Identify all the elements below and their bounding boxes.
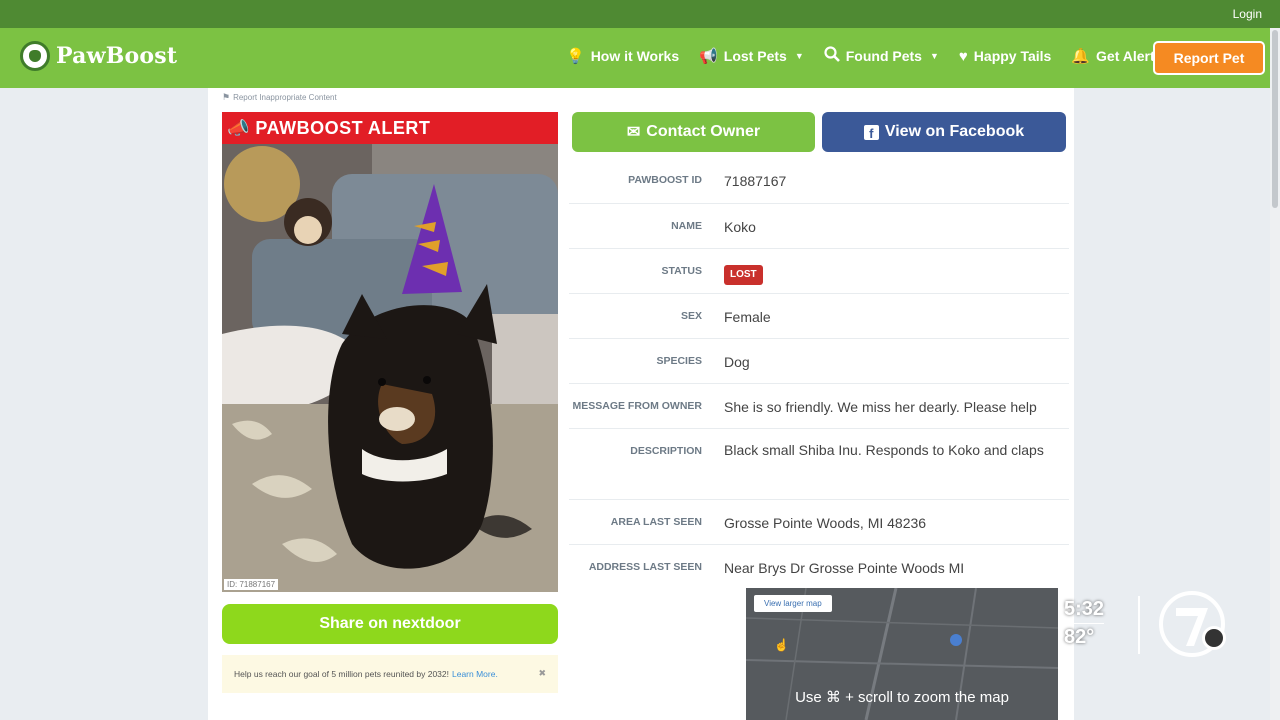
detail-label: SEX (680, 310, 702, 322)
goal-text: Help us reach our goal of 5 million pets… (234, 669, 449, 679)
caret-down-icon: ▼ (794, 51, 804, 61)
nav-label: How it Works (590, 48, 680, 64)
view-facebook-button[interactable]: f View on Facebook (822, 112, 1066, 152)
detail-label: DESCRIPTION (630, 445, 702, 457)
broadcast-time-temp: 5:32 82° (1064, 598, 1105, 648)
detail-label: MESSAGE FROM OWNER (572, 400, 702, 412)
facebook-label: View on Facebook (884, 123, 1025, 140)
broadcast-time: 5:32 (1064, 598, 1105, 620)
detail-label: NAME (671, 220, 702, 232)
dog-photo-illustration (222, 144, 558, 592)
contact-owner-label: Contact Owner (646, 123, 761, 140)
detail-label: AREA LAST SEEN (610, 516, 702, 528)
caret-down-icon: ▼ (929, 51, 939, 61)
scrollbar-thumb[interactable] (1272, 30, 1278, 208)
detail-row-sex: SEX Female (569, 294, 1069, 339)
detail-value: Grosse Pointe Woods, MI 48236 (724, 515, 927, 531)
report-pet-button[interactable]: Report Pet (1153, 41, 1265, 75)
detail-value: 71887167 (724, 173, 787, 189)
alert-title: PAWBOOST ALERT (255, 117, 431, 138)
facebook-icon: f (863, 124, 879, 140)
close-icon[interactable]: ✖ (538, 668, 546, 679)
detail-value: Black small Shiba Inu. Responds to Koko … (724, 442, 1044, 458)
lightbulb-icon: 💡 (566, 48, 585, 65)
detail-row-message: MESSAGE FROM OWNER She is so friendly. W… (569, 384, 1069, 429)
detail-label: PAWBOOST ID (628, 174, 702, 186)
detail-value: LOST (724, 249, 1069, 293)
alert-banner: 📣 PAWBOOST ALERT (222, 112, 558, 144)
learn-more-link[interactable]: Learn More. (452, 669, 498, 679)
report-content-link[interactable]: ⚑ Report Inappropriate Content (222, 92, 337, 103)
main-nav: PawBoost 💡 How it Works 📢 Lost Pets ▼ Fo… (0, 28, 1280, 88)
pet-photo[interactable]: ID: 71887167 (222, 144, 558, 592)
search-icon (824, 46, 840, 66)
view-larger-map-button[interactable]: View larger map (754, 595, 832, 612)
detail-value: Koko (724, 219, 756, 235)
nav-lost-pets[interactable]: 📢 Lost Pets ▼ (699, 46, 804, 66)
detail-row-species: SPECIES Dog (569, 339, 1069, 384)
alert-megaphone-icon: 📣 (227, 117, 250, 138)
detail-value: She is so friendly. We miss her dearly. … (724, 399, 1037, 415)
nav-happy-tails[interactable]: ♥ Happy Tails (959, 46, 1051, 66)
location-map[interactable]: View larger map ☝ Use ⌘ + scroll to zoom… (746, 588, 1058, 720)
detail-row-description: DESCRIPTION Black small Shiba Inu. Respo… (569, 429, 1069, 500)
broadcast-temp: 82° (1064, 623, 1105, 648)
report-link-text: Report Inappropriate Content (233, 93, 337, 102)
login-link[interactable]: Login (1233, 7, 1262, 21)
detail-row-status: STATUS LOST (569, 249, 1069, 294)
nav-label: Happy Tails (973, 48, 1052, 64)
nav-items: 💡 How it Works 📢 Lost Pets ▼ Found Pets … (566, 46, 1162, 66)
nav-get-alerts[interactable]: 🔔 Get Alerts (1071, 46, 1162, 66)
detail-label: ADDRESS LAST SEEN (588, 561, 702, 573)
nav-how-it-works[interactable]: 💡 How it Works (566, 46, 679, 66)
share-nextdoor-button[interactable]: Share on nextdoor (222, 604, 558, 644)
detail-value: Near Brys Dr Grosse Pointe Woods MI (724, 560, 965, 576)
contact-owner-button[interactable]: ✉ Contact Owner (572, 112, 815, 152)
detail-row-address: ADDRESS LAST SEEN Near Brys Dr Grosse Po… (569, 545, 1069, 590)
top-bar: Login (0, 0, 1280, 28)
detail-label: STATUS (661, 265, 702, 277)
map-zoom-hint: Use ⌘ + scroll to zoom the map (795, 689, 1009, 706)
detail-value: Female (724, 309, 771, 325)
paw-icon (20, 41, 50, 71)
status-badge: LOST (724, 265, 763, 285)
flag-icon: ⚑ (222, 92, 231, 102)
photo-id-label: ID: 71887167 (224, 579, 279, 590)
broadcast-divider (1138, 596, 1140, 654)
pawboost-logo[interactable]: PawBoost (20, 41, 177, 71)
page-scrollbar[interactable] (1270, 28, 1280, 720)
detail-label: SPECIES (656, 355, 702, 367)
bell-icon: 🔔 (1071, 48, 1091, 65)
nav-found-pets[interactable]: Found Pets ▼ (824, 46, 939, 66)
logo-text: PawBoost (56, 43, 178, 69)
nav-label: Found Pets (845, 48, 922, 64)
detail-row-id: PAWBOOST ID 71887167 (569, 158, 1069, 204)
nav-label: Lost Pets (723, 48, 787, 64)
pet-details-table: PAWBOOST ID 71887167 NAME Koko STATUS LO… (569, 158, 1069, 590)
hand-cursor-icon: ☝ (774, 638, 789, 652)
detail-row-area: AREA LAST SEEN Grosse Pointe Woods, MI 4… (569, 500, 1069, 545)
goal-banner: Help us reach our goal of 5 million pets… (222, 655, 558, 693)
channel-7-logo (1159, 591, 1226, 657)
heart-icon: ♥ (958, 47, 968, 65)
envelope-icon: ✉ (626, 124, 641, 141)
detail-value: Dog (724, 354, 750, 370)
detail-row-name: NAME Koko (569, 204, 1069, 249)
megaphone-icon: 📢 (699, 48, 718, 65)
